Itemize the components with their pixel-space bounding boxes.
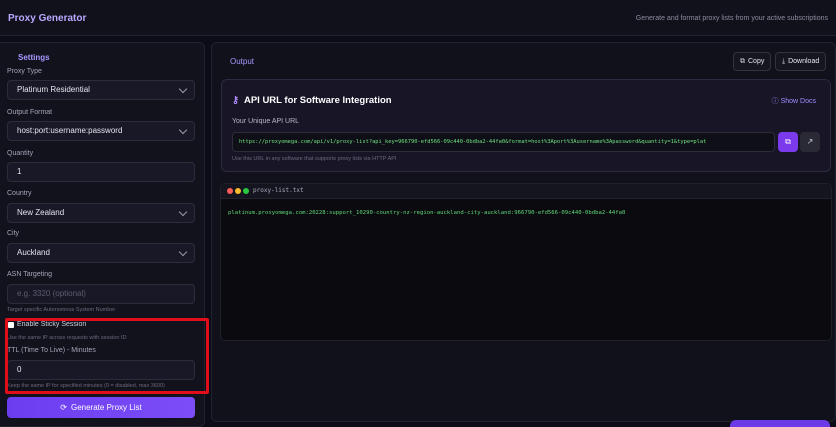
quantity-input[interactable]: 1 — [7, 162, 195, 182]
close-dot-icon — [227, 188, 233, 194]
proxy-generator-app: Proxy Generator Generate and format prox… — [0, 0, 836, 427]
chevron-down-icon — [178, 207, 188, 217]
open-url-button[interactable]: ↗ — [800, 132, 820, 152]
proxy-type-label: Proxy Type — [7, 68, 42, 75]
minimize-dot-icon — [235, 188, 241, 194]
sticky-session-highlight — [5, 318, 209, 394]
asn-input[interactable]: e.g. 3320 (optional) — [7, 284, 195, 304]
settings-heading: Settings — [18, 53, 50, 62]
api-url-hint: Use this URL in any software that suppor… — [232, 156, 397, 162]
asn-hint: Target specific Autonomous System Number — [7, 307, 116, 313]
chevron-down-icon — [178, 84, 188, 94]
city-label: City — [7, 230, 20, 237]
quantity-label: Quantity — [7, 150, 34, 157]
output-format-label: Output Format — [7, 109, 53, 116]
copy-icon: ⧉ — [785, 137, 791, 146]
terminal-filename: proxy-list.txt — [253, 187, 304, 194]
chevron-down-icon — [178, 247, 188, 257]
page-title: Proxy Generator — [8, 13, 87, 24]
info-icon: ⓘ — [771, 98, 779, 105]
copy-label: Copy — [748, 58, 765, 65]
chevron-down-icon — [178, 125, 188, 135]
output-format-select[interactable]: host:port:username:password — [7, 121, 195, 141]
asn-label: ASN Targeting — [7, 271, 53, 278]
show-docs-link[interactable]: ⓘ Show Docs — [772, 96, 816, 106]
copy-url-button[interactable]: ⧉ — [778, 132, 798, 152]
top-bar: Proxy Generator Generate and format prox… — [0, 0, 836, 36]
output-panel: Output ⧉ Copy ⤓ Download ⚷ API URL for Soft… — [211, 42, 836, 422]
country-label: Country — [7, 190, 32, 197]
proxy-list-terminal: proxy-list.txt platinum.proxyomega.com:2… — [220, 183, 832, 341]
generate-label: Generate Proxy List — [71, 403, 142, 412]
country-select[interactable]: New Zealand — [7, 203, 195, 223]
external-link-icon: ↗ — [806, 137, 814, 146]
city-value: Auckland — [17, 248, 50, 257]
api-title: ⚷ API URL for Software Integration — [232, 95, 392, 106]
api-url-card: ⚷ API URL for Software Integration ⓘ Show… — [221, 79, 831, 172]
download-button[interactable]: ⤓ Download — [775, 52, 827, 71]
key-icon: ⚷ — [232, 95, 239, 106]
output-format-value: host:port:username:password — [17, 126, 123, 135]
proxy-type-value: Platinum Residential — [17, 85, 90, 94]
download-icon: ⤓ — [782, 58, 786, 65]
refresh-icon: ⟳ — [60, 403, 67, 412]
api-url-field[interactable]: https://proxyomega.com/api/v1/proxy-list… — [232, 132, 775, 152]
terminal-title-bar: proxy-list.txt — [221, 184, 831, 199]
floating-action-edge[interactable] — [730, 420, 830, 427]
api-url-label: Your Unique API URL — [232, 118, 300, 125]
proxy-list-line: platinum.proxyomega.com:20228:support_10… — [228, 210, 626, 216]
maximize-dot-icon — [243, 188, 249, 194]
country-value: New Zealand — [17, 208, 65, 217]
output-title: Output — [230, 57, 255, 66]
city-select[interactable]: Auckland — [7, 243, 195, 263]
show-docs-label: Show Docs — [780, 98, 816, 105]
generate-proxy-list-button[interactable]: ⟳ Generate Proxy List — [7, 397, 195, 418]
page-subtitle: Generate and format proxy lists from you… — [635, 15, 828, 22]
proxy-type-select[interactable]: Platinum Residential — [7, 80, 195, 100]
copy-icon: ⧉ — [740, 58, 745, 65]
copy-button[interactable]: ⧉ Copy — [733, 52, 772, 71]
download-label: Download — [788, 58, 820, 65]
api-title-text: API URL for Software Integration — [243, 95, 392, 106]
